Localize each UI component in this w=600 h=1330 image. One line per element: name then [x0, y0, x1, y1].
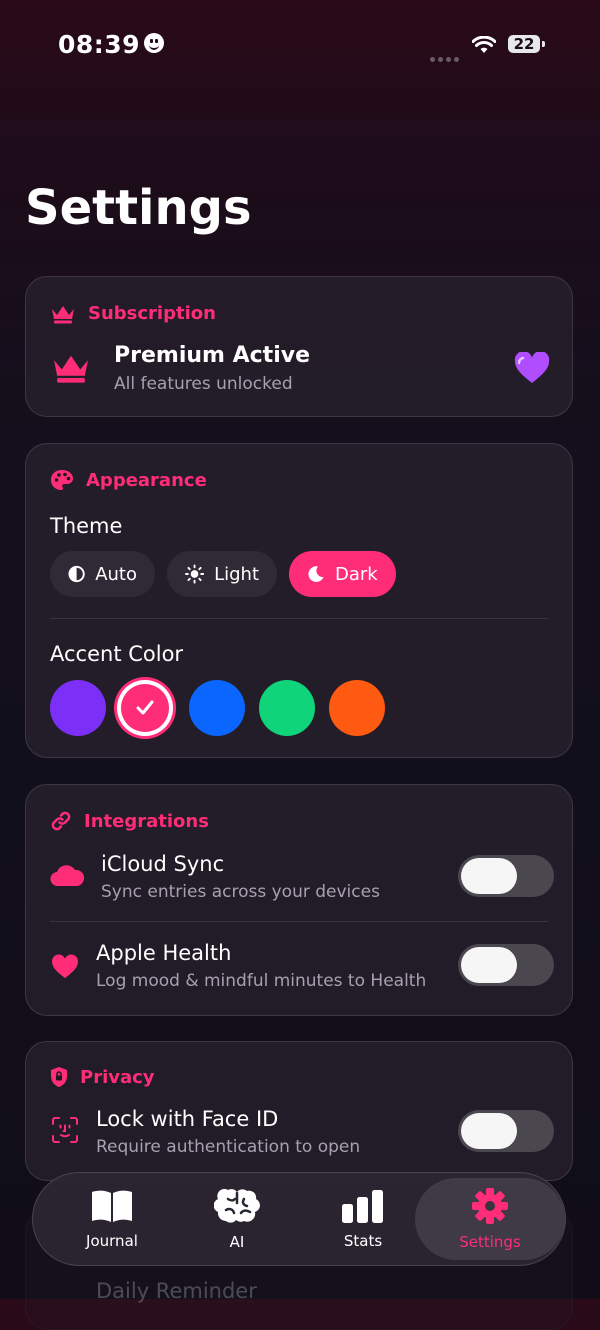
apple-health-subtitle: Log mood & mindful minutes to Health [96, 971, 427, 991]
subscription-header: Subscription [50, 303, 216, 324]
subscription-subtitle: All features unlocked [114, 374, 293, 394]
theme-option-label: Light [214, 563, 259, 585]
status-time: 08:39 [58, 30, 165, 59]
accent-swatch-green[interactable] [259, 680, 315, 736]
apple-health-title: Apple Health [96, 941, 232, 965]
face-id-toggle[interactable] [458, 1110, 554, 1152]
crown-icon [52, 305, 74, 323]
appearance-header-label: Appearance [86, 469, 207, 491]
privacy-header: Privacy [50, 1066, 155, 1088]
checkmark-icon [136, 700, 154, 715]
privacy-header-label: Privacy [80, 1066, 155, 1088]
gear-icon [472, 1188, 508, 1224]
moon-icon [308, 566, 324, 582]
crown-icon [54, 355, 88, 383]
purple-heart-icon [514, 352, 550, 383]
subscription-title: Premium Active [114, 343, 310, 368]
subscription-card[interactable]: Subscription Premium Active All features… [25, 276, 573, 417]
theme-label: Theme [50, 514, 123, 538]
privacy-card: Privacy Lock with Face ID Require authen… [25, 1041, 573, 1181]
battery-tip [542, 41, 545, 47]
icloud-sync-toggle[interactable] [458, 855, 554, 897]
daily-reminder-title: Daily Reminder [96, 1279, 257, 1303]
accent-swatch-orange[interactable] [329, 680, 385, 736]
icloud-sync-subtitle: Sync entries across your devices [101, 882, 380, 902]
accent-swatch-blue[interactable] [189, 680, 245, 736]
toggle-knob [461, 858, 517, 894]
divider [50, 618, 548, 619]
tab-label: Journal [86, 1232, 138, 1250]
wifi-icon [472, 36, 496, 53]
icloud-sync-title: iCloud Sync [101, 852, 225, 876]
accent-swatch-pink[interactable] [117, 680, 173, 736]
toggle-knob [461, 1113, 517, 1149]
page-title: Settings [25, 180, 252, 236]
integrations-header-label: Integrations [84, 810, 209, 832]
integrations-card: Integrations iCloud Sync Sync entries ac… [25, 784, 573, 1016]
accent-color-label: Accent Color [50, 642, 184, 666]
theme-option-auto[interactable]: Auto [50, 551, 155, 597]
apple-health-toggle[interactable] [458, 944, 554, 986]
half-circle-icon [68, 565, 85, 583]
signal-dots-icon [430, 47, 462, 66]
subscription-header-label: Subscription [88, 303, 216, 324]
face-id-icon [52, 1117, 78, 1143]
link-icon [51, 811, 71, 831]
battery-icon: 22 [508, 35, 540, 53]
accent-swatch-purple[interactable] [50, 680, 106, 736]
bar-chart-icon [342, 1190, 383, 1223]
tab-settings[interactable]: Settings [415, 1178, 565, 1260]
palette-icon [51, 470, 73, 490]
theme-option-dark[interactable]: Dark [289, 551, 396, 597]
appearance-card: Appearance Theme Auto Light Dark Accent … [25, 443, 573, 758]
tab-label: Settings [459, 1233, 521, 1251]
status-time-text: 08:39 [58, 30, 141, 59]
appearance-header: Appearance [50, 469, 207, 491]
brain-icon [214, 1188, 260, 1223]
tab-label: AI [229, 1233, 245, 1251]
tab-bar: Journal AI Stats Settings [32, 1172, 566, 1266]
cloud-icon [50, 865, 84, 887]
shield-lock-icon [51, 1067, 67, 1087]
smiley-icon [144, 33, 165, 53]
sun-icon [185, 564, 205, 584]
toggle-knob [461, 947, 517, 983]
tab-label: Stats [343, 1232, 383, 1250]
heart-icon [51, 954, 79, 978]
divider [50, 921, 548, 922]
book-icon [92, 1190, 132, 1222]
theme-option-label: Auto [95, 563, 137, 585]
theme-option-light[interactable]: Light [167, 551, 277, 597]
theme-option-label: Dark [335, 563, 378, 585]
face-id-title: Lock with Face ID [96, 1107, 279, 1131]
face-id-subtitle: Require authentication to open [96, 1137, 361, 1157]
integrations-header: Integrations [50, 810, 209, 832]
